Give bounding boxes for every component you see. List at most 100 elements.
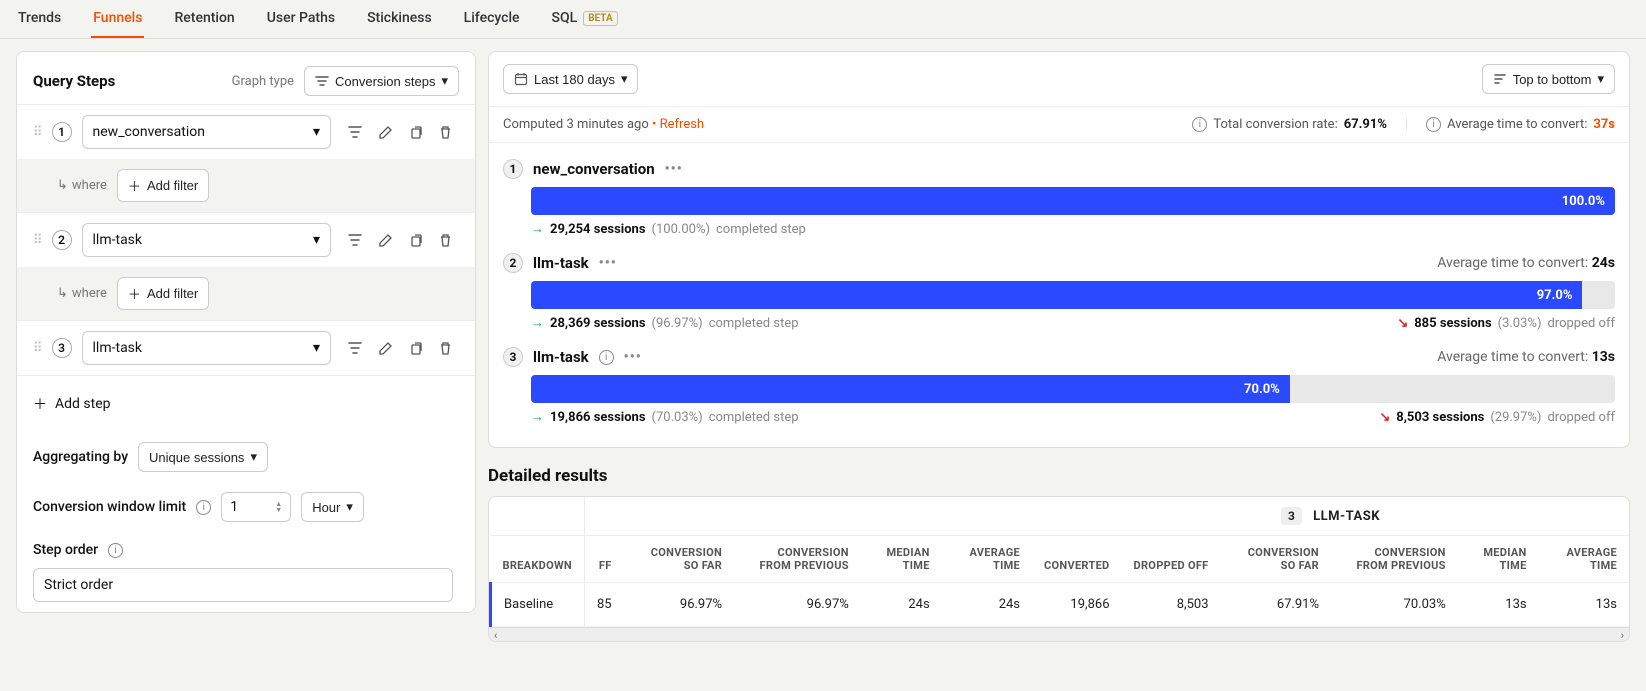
graph-type-value: Conversion steps bbox=[335, 74, 435, 89]
table-row[interactable]: Baseline 85 96.97% 96.97% 24s 24s 19,866… bbox=[491, 583, 1630, 627]
more-options-icon[interactable]: ••• bbox=[665, 161, 683, 177]
tab-retention[interactable]: Retention bbox=[172, 0, 236, 38]
copy-icon[interactable] bbox=[401, 118, 429, 146]
cell-avg-time: 24s bbox=[942, 583, 1032, 627]
step-2-event-select[interactable]: llm-task ▾ bbox=[82, 223, 331, 257]
top-bottom-value: Top to bottom bbox=[1513, 72, 1592, 87]
tab-funnels[interactable]: Funnels bbox=[91, 0, 144, 38]
filter-icon[interactable] bbox=[341, 334, 369, 362]
edit-icon[interactable] bbox=[371, 118, 399, 146]
refresh-link[interactable]: Refresh bbox=[660, 117, 704, 132]
info-icon[interactable]: i bbox=[1192, 117, 1207, 132]
more-options-icon[interactable]: ••• bbox=[624, 349, 642, 365]
edit-icon[interactable] bbox=[371, 334, 399, 362]
arrow-down-icon: ↘ bbox=[1379, 410, 1390, 425]
top-bottom-dropdown[interactable]: Top to bottom ▾ bbox=[1482, 64, 1615, 94]
add-step-button[interactable]: ＋ Add step bbox=[33, 390, 459, 418]
drag-handle-icon[interactable]: ⠿ bbox=[33, 233, 42, 248]
aggregating-dropdown[interactable]: Unique sessions ▾ bbox=[138, 442, 268, 472]
step-1-event-select[interactable]: new_conversation ▾ bbox=[82, 115, 331, 149]
cell-avg-time-2: 13s bbox=[1539, 583, 1629, 627]
th-median-time-2[interactable]: MEDIAN TIME bbox=[1458, 536, 1539, 583]
th-median-time[interactable]: MEDIAN TIME bbox=[861, 536, 942, 583]
info-icon[interactable]: i bbox=[599, 350, 614, 365]
insight-tabs: Trends Funnels Retention User Paths Stic… bbox=[0, 0, 1646, 39]
detailed-results-table: 3 LLM-TASK BREAKDOWN FF CONVERSION SO FA… bbox=[488, 496, 1630, 642]
graph-type-dropdown[interactable]: Conversion steps ▾ bbox=[304, 66, 459, 96]
trash-icon[interactable] bbox=[431, 334, 459, 362]
scroll-left-icon[interactable]: ‹ bbox=[491, 628, 500, 642]
filter-icon[interactable] bbox=[341, 226, 369, 254]
funnel-step-2: 2 llm-task ••• Average time to convert: … bbox=[503, 245, 1615, 339]
step-order-dropdown[interactable]: Strict order bbox=[33, 568, 453, 602]
copy-icon[interactable] bbox=[401, 226, 429, 254]
add-filter-button[interactable]: ＋ Add filter bbox=[117, 169, 209, 202]
plus-icon: ＋ bbox=[128, 176, 141, 195]
th-conv-prev[interactable]: CONVERSION FROM PREVIOUS bbox=[734, 536, 861, 583]
funnel-step-name: new_conversation bbox=[533, 160, 655, 178]
th-converted[interactable]: CONVERTED bbox=[1032, 536, 1122, 583]
th-dropped[interactable]: DROPPED OFF bbox=[1122, 536, 1221, 583]
funnel-bar-wrap[interactable]: 97.0% bbox=[531, 281, 1615, 309]
total-conversion-label: Total conversion rate: bbox=[1213, 117, 1337, 132]
beta-badge: BETA bbox=[583, 11, 617, 26]
th-conv-so-far[interactable]: CONVERSION SO FAR bbox=[624, 536, 734, 583]
th-avg-time[interactable]: AVERAGE TIME bbox=[942, 536, 1032, 583]
cell-converted: 19,866 bbox=[1032, 583, 1122, 627]
chevron-down-icon: ▾ bbox=[1597, 71, 1604, 87]
date-range-picker[interactable]: Last 180 days ▾ bbox=[503, 64, 638, 94]
th-avg-time-2[interactable]: AVERAGE TIME bbox=[1539, 536, 1629, 583]
cell-breakdown: Baseline bbox=[491, 583, 585, 627]
funnel-panel: Last 180 days ▾ Top to bottom ▾ Computed… bbox=[488, 51, 1630, 448]
cell-conv-prev-2: 70.03% bbox=[1331, 583, 1458, 627]
drag-handle-icon[interactable]: ⠿ bbox=[33, 125, 42, 140]
group-number: 3 bbox=[1281, 507, 1302, 525]
tab-user-paths[interactable]: User Paths bbox=[265, 0, 337, 38]
plus-icon: ＋ bbox=[128, 284, 141, 303]
subdirectory-icon: ↳ bbox=[57, 286, 68, 301]
funnel-step-3: 3 llm-task i ••• Average time to convert… bbox=[503, 339, 1615, 433]
computed-time: Computed 3 minutes ago bbox=[503, 117, 649, 132]
funnel-bar-wrap[interactable]: 100.0% bbox=[531, 187, 1615, 215]
where-label: ↳ where bbox=[33, 178, 107, 193]
funnel-bar-wrap[interactable]: 70.0% bbox=[531, 375, 1615, 403]
table-group-header: 3 LLM-TASK bbox=[1032, 497, 1629, 536]
trash-icon[interactable] bbox=[431, 226, 459, 254]
th-ff[interactable]: FF bbox=[584, 536, 623, 583]
horizontal-scrollbar[interactable]: ‹ › bbox=[489, 627, 1629, 641]
cell-median-time: 24s bbox=[861, 583, 942, 627]
window-value-input[interactable]: 1 ▲▼ bbox=[221, 492, 291, 522]
funnel-step-name: llm-task bbox=[533, 348, 589, 366]
window-unit-dropdown[interactable]: Hour ▾ bbox=[301, 492, 364, 522]
trash-icon[interactable] bbox=[431, 118, 459, 146]
number-spinner-icon[interactable]: ▲▼ bbox=[275, 501, 282, 513]
step-3-event-select[interactable]: llm-task ▾ bbox=[82, 331, 331, 365]
filter-icon[interactable] bbox=[341, 118, 369, 146]
info-icon[interactable]: i bbox=[108, 543, 123, 558]
scroll-right-icon[interactable]: › bbox=[1618, 628, 1627, 642]
graph-type-label: Graph type bbox=[232, 74, 294, 89]
info-icon[interactable]: i bbox=[196, 500, 211, 515]
more-options-icon[interactable]: ••• bbox=[599, 255, 617, 271]
add-filter-button[interactable]: ＋ Add filter bbox=[117, 277, 209, 310]
tab-stickiness[interactable]: Stickiness bbox=[365, 0, 434, 38]
avg-time-label: Average time to convert: bbox=[1447, 117, 1587, 132]
edit-icon[interactable] bbox=[371, 226, 399, 254]
step-number-1: 1 bbox=[52, 122, 72, 142]
tab-sql[interactable]: SQL BETA bbox=[550, 0, 620, 38]
window-unit-value: Hour bbox=[312, 500, 340, 515]
completed-line: → 19,866 sessions (70.03%) completed ste… bbox=[531, 409, 799, 425]
arrow-right-icon: → bbox=[531, 315, 544, 331]
table-group-spacer bbox=[584, 497, 1032, 536]
funnel-step-number: 2 bbox=[503, 253, 523, 273]
info-icon[interactable]: i bbox=[1426, 117, 1441, 132]
avg-time-value: 37s bbox=[1593, 117, 1615, 132]
tab-trends[interactable]: Trends bbox=[16, 0, 63, 38]
drag-handle-icon[interactable]: ⠿ bbox=[33, 341, 42, 356]
copy-icon[interactable] bbox=[401, 334, 429, 362]
th-breakdown[interactable]: BREAKDOWN bbox=[491, 536, 585, 583]
th-conv-prev-2[interactable]: CONVERSION FROM PREVIOUS bbox=[1331, 536, 1458, 583]
th-conv-so-far-2[interactable]: CONVERSION SO FAR bbox=[1221, 536, 1331, 583]
avg-time-line: Average time to convert: 24s bbox=[1437, 255, 1615, 271]
tab-lifecycle[interactable]: Lifecycle bbox=[462, 0, 522, 38]
